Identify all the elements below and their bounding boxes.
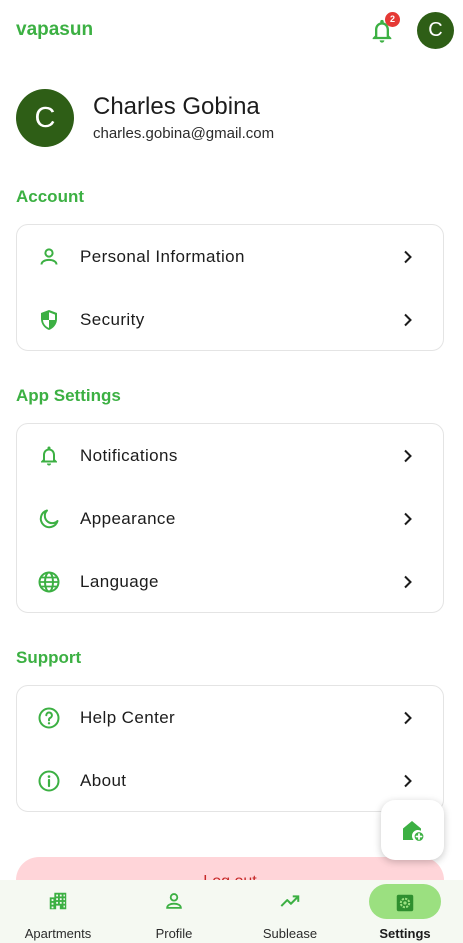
nav-label: Apartments <box>24 926 92 941</box>
nav-tab-sublease[interactable]: Sublease <box>232 880 348 943</box>
menu-item-language[interactable]: Language <box>17 550 443 613</box>
menu-item-label: Language <box>80 571 159 591</box>
trending-up-icon <box>280 895 300 907</box>
moon-icon <box>39 509 59 528</box>
help-circle-icon <box>38 707 60 728</box>
add-home-icon <box>403 821 425 843</box>
menu-item-label: Personal Information <box>80 246 245 266</box>
chevron-right-icon <box>404 449 412 462</box>
nav-label: Profile <box>155 926 193 941</box>
menu-item-label: Security <box>80 309 145 329</box>
add-listing-fab[interactable] <box>381 800 444 860</box>
chevron-right-icon <box>404 512 412 525</box>
brand-logo-text: vapasun <box>16 19 94 40</box>
menu-item-label: Notifications <box>80 445 178 465</box>
app-settings-card: Notifications Appearance Language <box>16 423 444 613</box>
menu-item-help-center[interactable]: Help Center <box>17 686 443 749</box>
profile-name: Charles Gobina <box>93 93 260 120</box>
section-title-support: Support <box>16 648 82 667</box>
menu-item-label: Help Center <box>80 707 176 727</box>
chevron-right-icon <box>404 711 412 724</box>
nav-tab-profile[interactable]: Profile <box>116 880 232 943</box>
nav-label: Settings <box>379 926 431 941</box>
user-avatar-button[interactable]: C <box>417 12 454 49</box>
support-card: Help Center About <box>16 685 444 812</box>
chevron-right-icon <box>404 774 412 787</box>
menu-item-notifications[interactable]: Notifications <box>17 424 443 487</box>
notification-count-badge: 2 <box>385 12 400 27</box>
apartment-icon <box>49 892 67 910</box>
nav-tab-settings[interactable]: Settings <box>347 880 463 943</box>
menu-item-personal-information[interactable]: Personal Information <box>17 225 443 288</box>
menu-item-label: Appearance <box>80 508 176 528</box>
bottom-navigation: Apartments Profile Sublease Settings <box>0 880 463 943</box>
section-title-app-settings: App Settings <box>16 386 121 405</box>
bell-icon <box>41 446 57 465</box>
menu-item-security[interactable]: Security <box>17 288 443 351</box>
section-title-account: Account <box>16 187 84 206</box>
person-icon <box>166 893 182 909</box>
info-icon <box>38 770 60 791</box>
chevron-right-icon <box>404 313 412 326</box>
globe-icon <box>38 571 60 592</box>
nav-label: Sublease <box>262 926 318 941</box>
account-card: Personal Information Security <box>16 224 444 351</box>
nav-tab-apartments[interactable]: Apartments <box>0 880 116 943</box>
menu-item-label: About <box>80 770 127 790</box>
settings-icon <box>396 894 414 912</box>
profile-email: charles.gobina@gmail.com <box>93 125 275 142</box>
profile-header: C Charles Gobina charles.gobina@gmail.co… <box>16 89 446 147</box>
menu-item-about[interactable]: About <box>17 749 443 812</box>
chevron-right-icon <box>404 575 412 588</box>
person-icon <box>40 247 58 265</box>
menu-item-appearance[interactable]: Appearance <box>17 487 443 550</box>
shield-icon <box>41 309 57 330</box>
profile-avatar: C <box>16 89 74 147</box>
chevron-right-icon <box>404 250 412 263</box>
top-app-bar: vapasun 2 C <box>0 0 463 62</box>
